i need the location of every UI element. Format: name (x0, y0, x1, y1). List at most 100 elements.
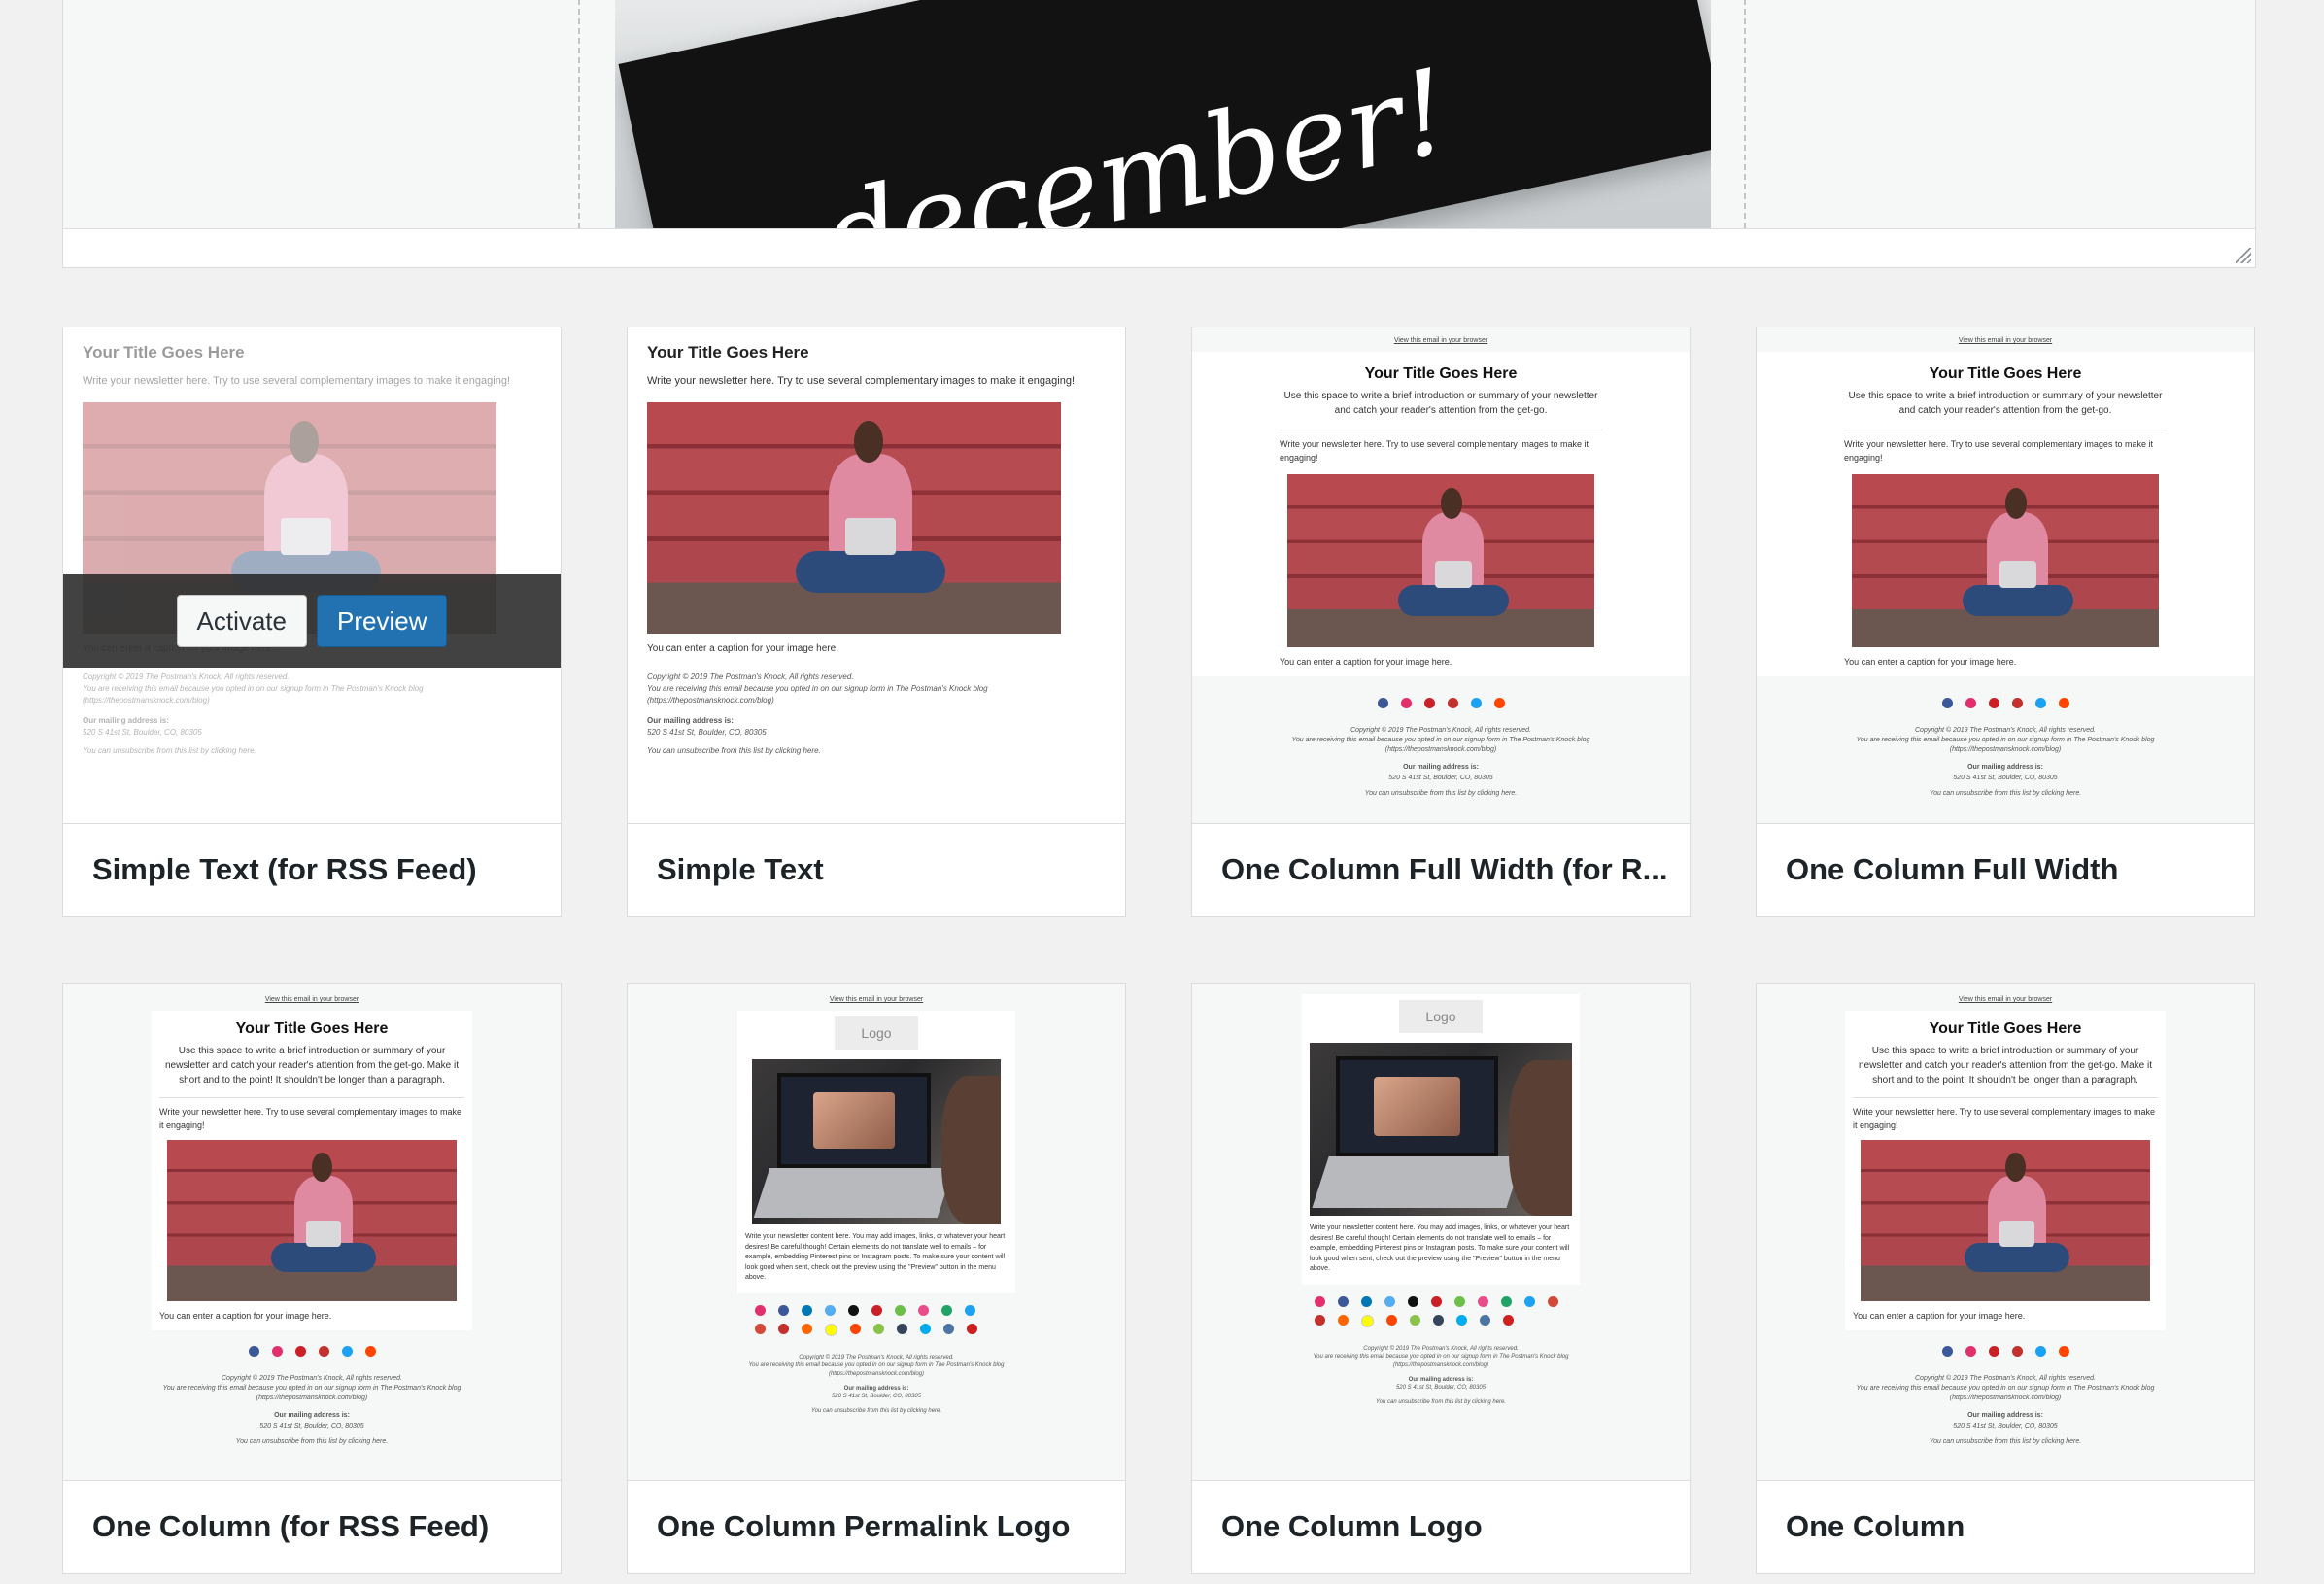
social-icon[interactable] (848, 1304, 859, 1316)
email-body: Write your newsletter content here. You … (1310, 1224, 1570, 1272)
social-icon[interactable] (967, 1323, 977, 1334)
social-icon[interactable] (1478, 1295, 1488, 1307)
social-icon[interactable] (1524, 1295, 1535, 1307)
reddit-icon[interactable] (364, 1346, 376, 1357)
preview-button[interactable]: Preview (317, 595, 448, 647)
email-footer: Copyright © 2019 The Postman's Knock, Al… (1291, 727, 1590, 797)
content-guide-right (1744, 0, 1746, 228)
template-thumbnail[interactable]: View this email in your browser Your Tit… (1192, 327, 1690, 824)
email-photo (1852, 474, 2159, 647)
twitter-icon[interactable] (341, 1346, 353, 1357)
social-icon[interactable] (850, 1323, 861, 1334)
template-thumbnail[interactable]: View this email in your browser Your Tit… (1757, 984, 2254, 1481)
instagram-icon[interactable] (1965, 698, 1976, 708)
template-card[interactable]: View this email in your browser Your Tit… (1756, 327, 2255, 917)
social-icon[interactable] (897, 1323, 907, 1334)
social-icon[interactable] (1548, 1295, 1558, 1307)
social-icon[interactable] (895, 1304, 906, 1316)
social-icon[interactable] (1431, 1295, 1442, 1307)
social-icon[interactable] (1338, 1314, 1349, 1326)
social-icon[interactable] (872, 1304, 882, 1316)
email-footer: Copyright © 2019 The Postman's Knock, Al… (162, 1375, 461, 1445)
email-title: Your Title Goes Here (1929, 1020, 2082, 1037)
social-icon[interactable] (1315, 1295, 1325, 1307)
view-in-browser-link: View this email in your browser (1958, 337, 2053, 344)
youtube-icon[interactable] (2011, 1346, 2023, 1357)
template-name: One Column (for RSS Feed) (92, 1509, 490, 1543)
social-icon[interactable] (1433, 1314, 1444, 1326)
social-icon[interactable] (1384, 1295, 1395, 1307)
youtube-icon[interactable] (1447, 698, 1458, 708)
social-icon[interactable] (1410, 1314, 1420, 1326)
email-footer: Copyright © 2019 The Postman's Knock, Al… (1856, 727, 2155, 797)
social-icons (1315, 1295, 1567, 1327)
social-icon[interactable] (825, 1304, 836, 1316)
template-thumbnail[interactable]: Logo Write your newsletter content here.… (1192, 984, 1690, 1481)
template-thumbnail[interactable]: View this email in your browser Your Tit… (1757, 327, 2254, 824)
social-icon[interactable] (802, 1304, 812, 1316)
social-icon[interactable] (1338, 1295, 1349, 1307)
instagram-icon[interactable] (1400, 698, 1412, 708)
template-card[interactable]: Your Title Goes Here Write your newslett… (62, 327, 562, 917)
email-footer: Copyright © 2019 The Postman's Knock, Al… (83, 672, 424, 756)
social-icon[interactable] (1408, 1295, 1418, 1307)
social-icon[interactable] (965, 1304, 975, 1316)
social-icon[interactable] (825, 1323, 837, 1336)
pinterest-icon[interactable] (1988, 698, 1999, 708)
social-icon[interactable] (1386, 1314, 1397, 1326)
template-card[interactable]: View this email in your browser Your Tit… (1756, 983, 2255, 1574)
pinterest-icon[interactable] (1988, 1346, 1999, 1357)
social-icon[interactable] (1361, 1314, 1374, 1327)
facebook-icon[interactable] (248, 1346, 259, 1357)
reddit-icon[interactable] (2058, 698, 2069, 708)
template-thumbnail[interactable]: View this email in your browser Logo Wri… (628, 984, 1125, 1481)
template-thumbnail[interactable]: Your Title Goes Here Write your newslett… (63, 327, 561, 824)
social-icons (1757, 1346, 2254, 1357)
social-icon[interactable] (755, 1304, 766, 1316)
social-icon[interactable] (755, 1323, 766, 1334)
social-icon[interactable] (802, 1323, 812, 1334)
view-in-browser-link: View this email in your browser (1958, 996, 2053, 1003)
template-card[interactable]: View this email in your browser Your Tit… (1191, 327, 1691, 917)
social-icon[interactable] (943, 1323, 954, 1334)
hero-image: december! (615, 0, 1711, 228)
youtube-icon[interactable] (318, 1346, 329, 1357)
pinterest-icon[interactable] (294, 1346, 306, 1357)
template-thumbnail[interactable]: View this email in your browser Your Tit… (63, 984, 561, 1481)
facebook-icon[interactable] (1377, 698, 1388, 708)
instagram-icon[interactable] (271, 1346, 283, 1357)
facebook-icon[interactable] (1941, 698, 1953, 708)
template-card[interactable]: Your Title Goes Here Write your newslett… (627, 327, 1126, 917)
template-card[interactable]: View this email in your browser Your Tit… (62, 983, 562, 1574)
template-thumbnail[interactable]: Your Title Goes Here Write your newslett… (628, 327, 1125, 824)
email-caption: You can enter a caption for your image h… (1844, 657, 2017, 667)
social-icon[interactable] (1454, 1295, 1465, 1307)
pinterest-icon[interactable] (1423, 698, 1435, 708)
template-card[interactable]: Logo Write your newsletter content here.… (1191, 983, 1691, 1574)
resize-handle-icon[interactable] (2236, 248, 2251, 263)
template-card[interactable]: View this email in your browser Logo Wri… (627, 983, 1126, 1574)
reddit-icon[interactable] (1493, 698, 1505, 708)
social-icon[interactable] (920, 1323, 931, 1334)
social-icon[interactable] (778, 1323, 789, 1334)
social-icon[interactable] (1501, 1295, 1512, 1307)
social-icon[interactable] (1480, 1314, 1490, 1326)
social-icon[interactable] (941, 1304, 952, 1316)
social-icon[interactable] (1315, 1314, 1325, 1326)
facebook-icon[interactable] (1941, 1346, 1953, 1357)
social-icon[interactable] (1503, 1314, 1514, 1326)
email-caption: You can enter a caption for your image h… (647, 643, 838, 655)
twitter-icon[interactable] (2034, 1346, 2046, 1357)
activate-button[interactable]: Activate (176, 595, 307, 647)
social-icon[interactable] (1361, 1295, 1372, 1307)
reddit-icon[interactable] (2058, 1346, 2069, 1357)
twitter-icon[interactable] (1470, 698, 1482, 708)
youtube-icon[interactable] (2011, 698, 2023, 708)
view-in-browser-link: View this email in your browser (1393, 337, 1488, 344)
social-icon[interactable] (918, 1304, 929, 1316)
social-icon[interactable] (873, 1323, 884, 1334)
social-icon[interactable] (1456, 1314, 1467, 1326)
twitter-icon[interactable] (2034, 698, 2046, 708)
social-icon[interactable] (778, 1304, 789, 1316)
instagram-icon[interactable] (1965, 1346, 1976, 1357)
